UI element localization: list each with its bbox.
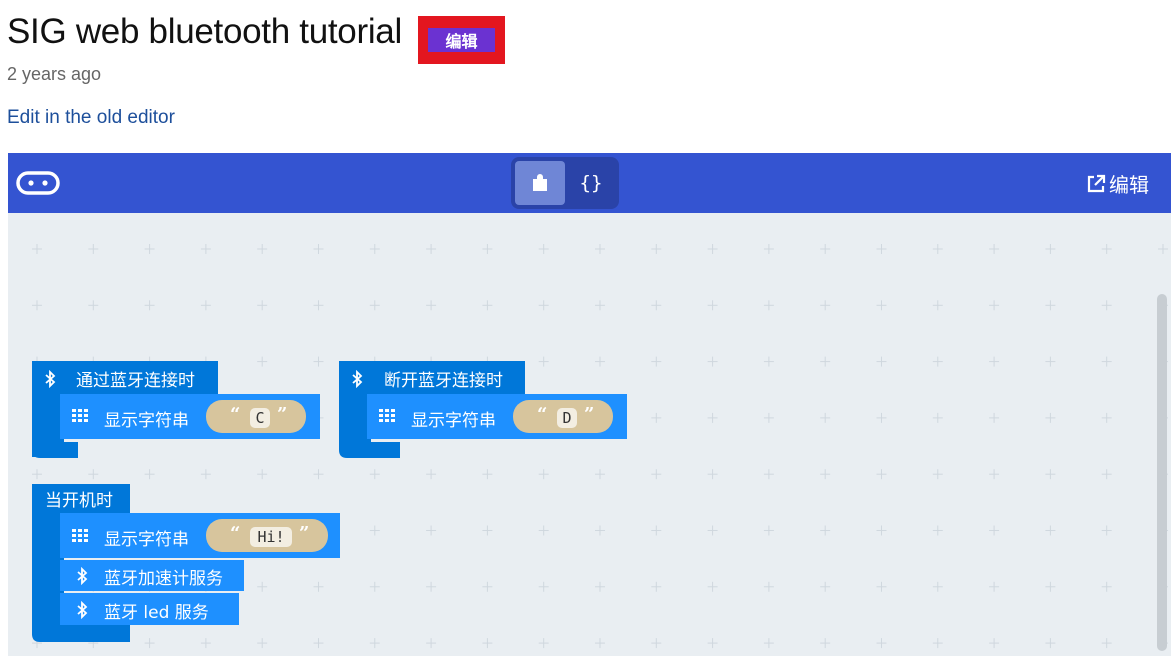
bluetooth-icon	[77, 601, 88, 619]
makecode-editor: {} 编辑 通过蓝牙连接时 显示字符串 “ C ” 断开蓝牙连接时 显示字符串 …	[8, 153, 1171, 656]
old-editor-link[interactable]: Edit in the old editor	[7, 107, 175, 129]
edit-external-button[interactable]: 编辑	[1086, 169, 1149, 198]
edit-badge-highlight: 编辑	[418, 16, 505, 64]
on-start-label: 当开机时	[45, 491, 113, 511]
string-value-hi[interactable]: Hi!	[250, 527, 292, 547]
led-grid-icon	[72, 529, 88, 542]
bluetooth-icon	[352, 370, 363, 388]
led-service-label: 蓝牙 led 服务	[104, 603, 209, 623]
workspace-scrollbar[interactable]	[1157, 294, 1167, 651]
edit-badge-button[interactable]: 编辑	[428, 28, 495, 52]
close-quote: ”	[299, 523, 310, 544]
open-quote: “	[230, 523, 241, 544]
timestamp: 2 years ago	[7, 64, 102, 84]
bluetooth-icon	[77, 567, 88, 585]
close-quote: ”	[584, 404, 595, 425]
page-title: SIG web bluetooth tutorial	[7, 12, 402, 51]
external-link-icon	[1087, 174, 1106, 192]
on-disconnected-label: 断开蓝牙连接时	[384, 371, 503, 391]
accel-service-label: 蓝牙加速计服务	[104, 569, 223, 589]
string-value-d[interactable]: D	[557, 408, 577, 428]
show-string-label: 显示字符串	[411, 411, 496, 431]
open-quote: “	[537, 404, 548, 425]
show-string-label: 显示字符串	[104, 530, 189, 550]
led-grid-icon	[379, 409, 395, 422]
edit-external-label: 编辑	[1109, 173, 1149, 197]
